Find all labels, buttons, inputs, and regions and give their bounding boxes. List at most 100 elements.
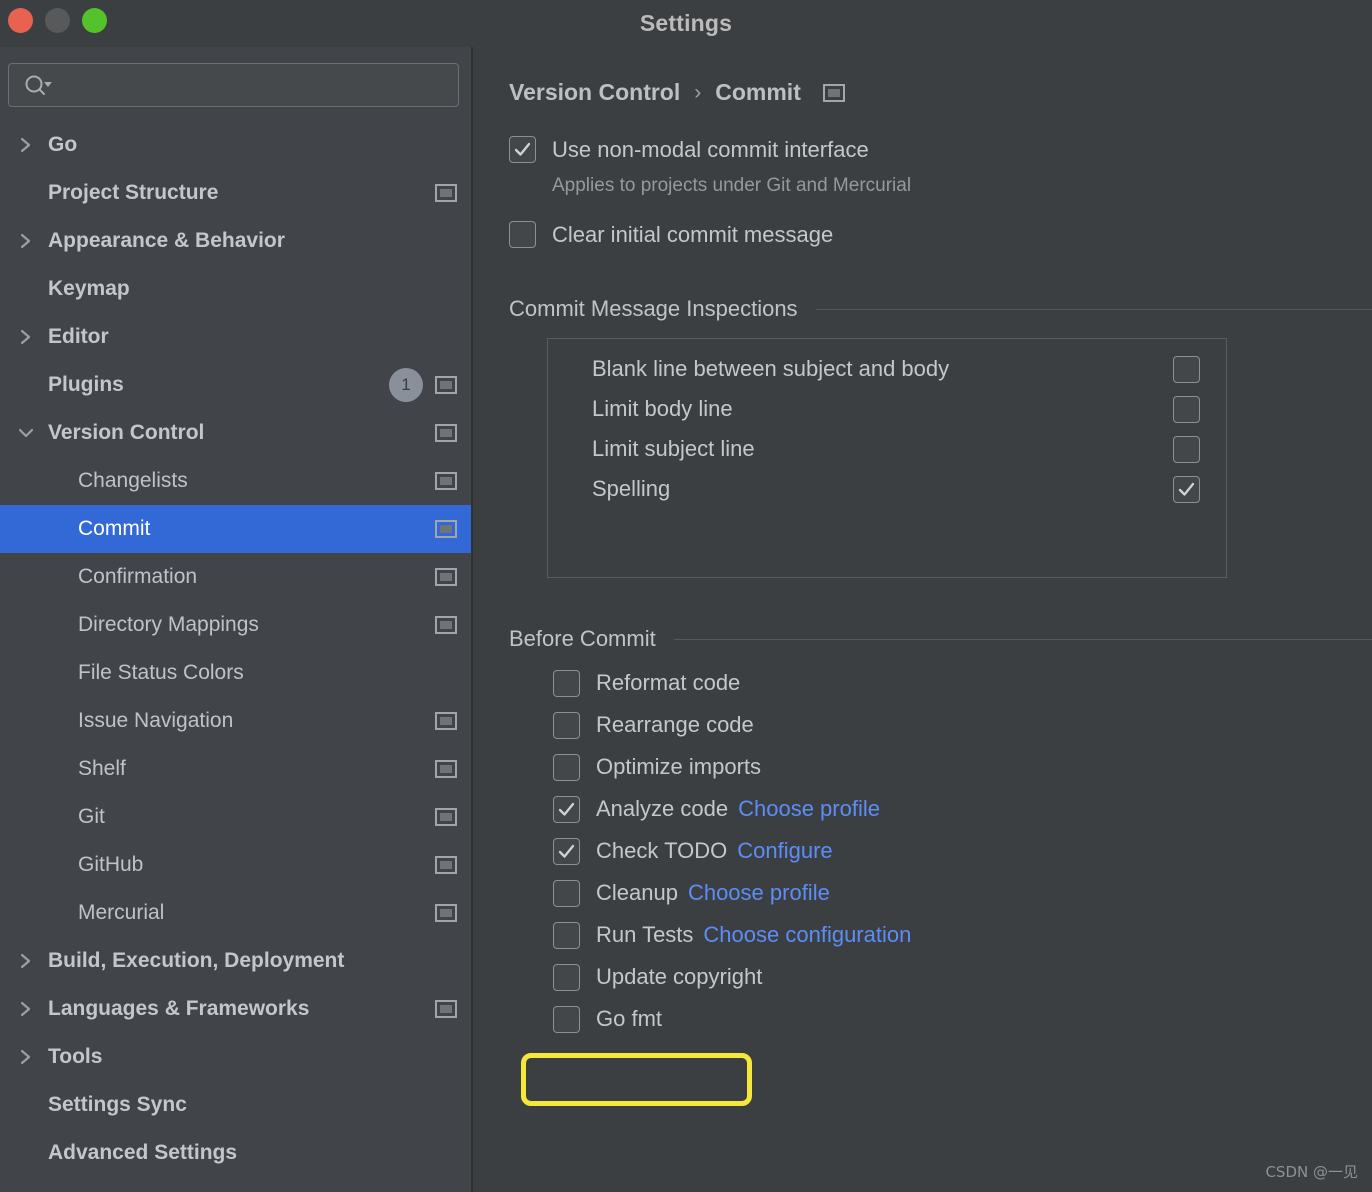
- chevron-right-icon[interactable]: [12, 1048, 40, 1066]
- sidebar-item-label: Issue Navigation: [78, 709, 234, 732]
- settings-main-panel: Version Control › Commit Use non-modal c…: [473, 47, 1372, 1192]
- search-box[interactable]: [8, 63, 459, 107]
- sidebar-item-version-control[interactable]: Version Control: [0, 409, 473, 457]
- window-title: Settings: [639, 10, 733, 36]
- chevron-right-icon[interactable]: [12, 232, 40, 250]
- sidebar-item-file-status-colors[interactable]: File Status Colors: [0, 649, 473, 697]
- before-commit-action-link[interactable]: Configure: [737, 838, 832, 864]
- title-bar: Settings: [0, 0, 1372, 47]
- checkbox-checked[interactable]: [553, 837, 580, 865]
- checkbox-unchecked[interactable]: [553, 879, 580, 907]
- inspection-row[interactable]: Limit body line: [548, 389, 1226, 429]
- sidebar-item-issue-navigation[interactable]: Issue Navigation: [0, 697, 473, 745]
- before-commit-row[interactable]: Analyze code Choose profile: [553, 788, 1372, 830]
- chevron-right-icon[interactable]: [12, 328, 40, 346]
- checkbox-unchecked[interactable]: [553, 711, 580, 739]
- sidebar-item-label: Project Structure: [48, 181, 219, 204]
- before-commit-row[interactable]: Cleanup Choose profile: [553, 872, 1372, 914]
- settings-tree: Go Project Structure Appearance & Behavior…: [0, 121, 473, 1177]
- sidebar-item-editor[interactable]: Editor: [0, 313, 473, 361]
- sidebar-item-changelists[interactable]: Changelists: [0, 457, 473, 505]
- section-rule: [673, 638, 1372, 640]
- section-rule: [815, 308, 1372, 310]
- sidebar-item-project-structure[interactable]: Project Structure: [0, 169, 473, 217]
- before-commit-action-link[interactable]: Choose profile: [738, 796, 880, 822]
- before-commit-row[interactable]: Optimize imports: [553, 746, 1372, 788]
- search-area: [0, 47, 473, 107]
- inspection-row[interactable]: Limit subject line: [548, 429, 1226, 469]
- sidebar-item-mercurial[interactable]: Mercurial: [0, 889, 473, 937]
- sidebar-item-appearance-behavior[interactable]: Appearance & Behavior: [0, 217, 473, 265]
- search-input[interactable]: [53, 75, 458, 95]
- window-icon: [435, 760, 457, 778]
- sidebar-item-confirmation[interactable]: Confirmation: [0, 553, 473, 601]
- checkbox-row[interactable]: Clear initial commit message: [509, 221, 1372, 248]
- inspection-label: Blank line between subject and body: [592, 356, 950, 381]
- before-commit-row[interactable]: Reformat code: [553, 662, 1372, 704]
- sidebar-item-directory-mappings[interactable]: Directory Mappings: [0, 601, 473, 649]
- sidebar-item-label: Keymap: [48, 277, 130, 300]
- breadcrumb-parent[interactable]: Version Control: [509, 79, 680, 106]
- window-icon: [435, 472, 457, 490]
- checkbox-unchecked[interactable]: [553, 669, 580, 697]
- chevron-down-icon[interactable]: [12, 425, 40, 441]
- sidebar-item-label: Languages & Frameworks: [48, 997, 310, 1020]
- checkbox-unchecked[interactable]: [553, 963, 580, 991]
- checkbox-unchecked[interactable]: [1173, 435, 1200, 463]
- before-commit-action-link[interactable]: Choose configuration: [703, 922, 911, 948]
- chevron-right-icon[interactable]: [12, 1000, 40, 1018]
- before-commit-row[interactable]: Check TODO Configure: [553, 830, 1372, 872]
- before-commit-label: Run Tests: [596, 922, 694, 947]
- sidebar-item-label: Settings Sync: [48, 1093, 187, 1116]
- sidebar-item-settings-sync[interactable]: Settings Sync: [0, 1081, 473, 1129]
- sidebar-item-github[interactable]: GitHub: [0, 841, 473, 889]
- before-commit-action-link[interactable]: Choose profile: [688, 880, 830, 906]
- sidebar-item-label: GitHub: [78, 853, 144, 876]
- checkbox-unchecked[interactable]: [553, 921, 580, 949]
- window-icon: [435, 424, 457, 442]
- inspections-panel[interactable]: Blank line between subject and body Limit…: [547, 338, 1227, 578]
- sidebar-item-shelf[interactable]: Shelf: [0, 745, 473, 793]
- chevron-right-icon[interactable]: [12, 136, 40, 154]
- checkbox-unchecked[interactable]: [553, 753, 580, 781]
- chevron-right-icon[interactable]: [12, 952, 40, 970]
- sidebar-item-keymap[interactable]: Keymap: [0, 265, 473, 313]
- checkbox-checked[interactable]: [509, 136, 536, 163]
- sidebar-item-plugins[interactable]: Plugins 1: [0, 361, 473, 409]
- before-commit-row[interactable]: Run Tests Choose configuration: [553, 914, 1372, 956]
- sidebar-item-commit[interactable]: Commit: [0, 505, 473, 553]
- sidebar-item-git[interactable]: Git: [0, 793, 473, 841]
- inspections-section-title: Commit Message Inspections: [509, 296, 798, 321]
- sidebar-item-tools[interactable]: Tools: [0, 1033, 473, 1081]
- checkbox-checked[interactable]: [1173, 475, 1200, 503]
- before-commit-row[interactable]: Rearrange code: [553, 704, 1372, 746]
- watermark: CSDN @一见: [1265, 1163, 1358, 1181]
- sidebar-item-label: Editor: [48, 325, 109, 348]
- sidebar-item-languages-frameworks[interactable]: Languages & Frameworks: [0, 985, 473, 1033]
- checkbox-unchecked[interactable]: [1173, 395, 1200, 423]
- checkbox-row[interactable]: Use non-modal commit interface: [509, 136, 1372, 163]
- sidebar-item-label: Version Control: [48, 421, 205, 444]
- inspection-label: Spelling: [592, 476, 671, 501]
- window-icon: [435, 856, 457, 874]
- inspection-row[interactable]: Spelling: [548, 469, 1226, 509]
- sidebar-item-advanced-settings[interactable]: Advanced Settings: [0, 1129, 473, 1177]
- checkbox-unchecked[interactable]: [553, 1005, 580, 1033]
- plugins-update-badge: 1: [389, 368, 423, 402]
- before-commit-row[interactable]: Go fmt: [553, 998, 1372, 1040]
- checkbox-unchecked[interactable]: [509, 221, 536, 248]
- window-icon: [435, 376, 457, 394]
- window-icon: [435, 1000, 457, 1018]
- sidebar-item-go[interactable]: Go: [0, 121, 473, 169]
- sidebar-item-label: Go: [48, 133, 78, 156]
- window-icon: [435, 568, 457, 586]
- sidebar-item-build-execution-deployment[interactable]: Build, Execution, Deployment: [0, 937, 473, 985]
- window-icon: [822, 83, 845, 102]
- checkbox-label: Clear initial commit message: [552, 221, 834, 247]
- before-commit-label: Go fmt: [596, 1006, 663, 1031]
- before-commit-label: Analyze code: [596, 796, 729, 821]
- checkbox-unchecked[interactable]: [1173, 355, 1200, 383]
- before-commit-row[interactable]: Update copyright: [553, 956, 1372, 998]
- checkbox-checked[interactable]: [553, 795, 580, 823]
- inspection-row[interactable]: Blank line between subject and body: [548, 349, 1226, 389]
